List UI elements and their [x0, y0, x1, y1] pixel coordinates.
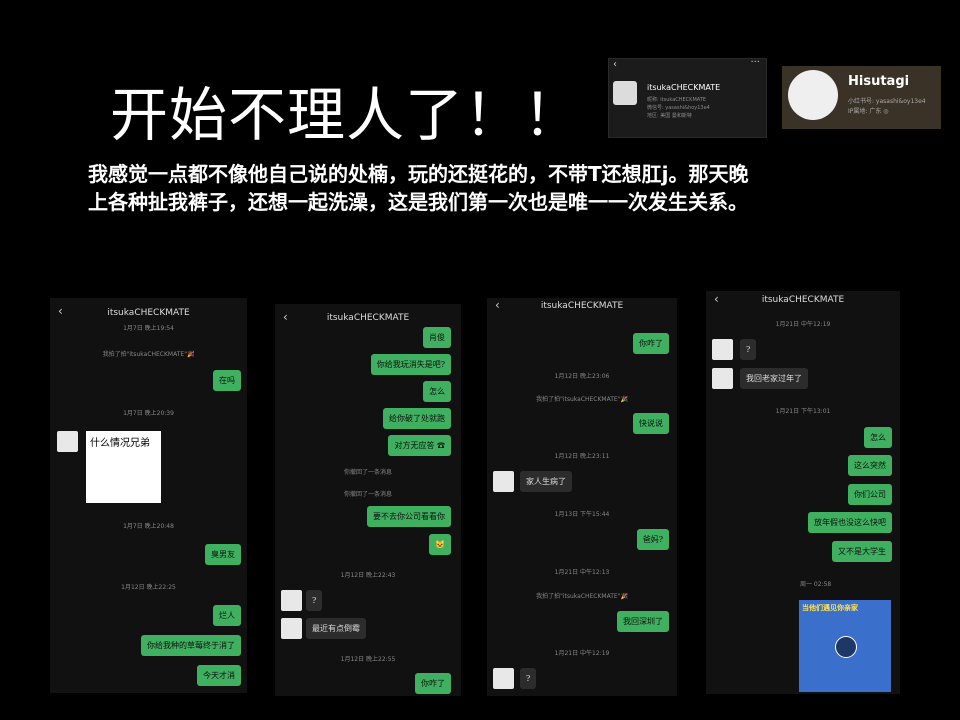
chat-header: itsukaCHECKMATE [107, 308, 190, 318]
chat-screenshot-2: ‹ itsukaCHECKMATE 肖俊 你给我玩消失是吧? 怎么 给你破了处就… [275, 304, 461, 696]
avatar [493, 471, 514, 492]
profile-name: itsukaCHECKMATE [647, 83, 721, 92]
avatar [57, 431, 78, 452]
timestamp: 1月21日 中午12:13 [554, 569, 610, 576]
sent-message: 你咋了 [633, 333, 669, 354]
sent-message: 烂人 [213, 605, 241, 626]
sent-message: 在吗 [213, 370, 241, 391]
video-title: 当他们遇见你亲家 [802, 604, 858, 612]
sent-message: 要不去你公司看看你 [367, 506, 451, 527]
chat-screenshot-1: ‹ itsukaCHECKMATE 1月7日 晚上19:54 我拍了拍"itsu… [50, 298, 247, 693]
sticker-caption: 什么情况兄弟 [90, 438, 150, 449]
system-notice: 你撤回了一条消息 [343, 469, 392, 476]
received-message: 家人生病了 [520, 471, 572, 492]
xiaohongshu-profile-card: Hisutagi 小红书号: yasashi&oy13e4 IP属地: 广东 ◎ [782, 66, 941, 129]
description-paragraph: 我感觉一点都不像他自己说的处楠，玩的还挺花的，不带T还想肛j。那天晚 上各种扯我… [88, 160, 888, 216]
sent-message: 你给我种的草莓终于消了 [141, 635, 241, 656]
sent-message: 你们公司 [848, 484, 892, 505]
timestamp: 1月21日 中午12:19 [554, 650, 610, 657]
avatar [788, 70, 838, 120]
sent-message: 又不是大学生 [832, 541, 892, 562]
timestamp: 1月12日 晚上22:55 [340, 656, 396, 663]
sent-message: 对方无应答 ☎ [388, 435, 451, 456]
avatar [281, 590, 302, 611]
system-notice: 我拍了拍"itsukaCHECKMATE"🎉 [102, 351, 195, 358]
avatar [613, 81, 637, 105]
sent-message: 肖俊 [423, 327, 451, 348]
avatar [493, 668, 514, 689]
sent-message: 怎么 [864, 427, 892, 448]
sent-message: 你给我玩消失是吧? [370, 354, 451, 375]
timestamp: 1月7日 晚上19:54 [123, 325, 174, 332]
profile-name: Hisutagi [848, 74, 910, 89]
system-notice: 我拍了拍"itsukaCHECKMATE"🎉 [536, 593, 628, 600]
video-card[interactable]: 当他们遇见你亲家 [799, 600, 891, 692]
sent-message: 爸妈? [636, 529, 669, 550]
paragraph-line: 上各种扯我裤子，还想一起洗澡，这是我们第一次也是唯一一次发生关系。 [88, 190, 748, 214]
received-message: ? [306, 590, 323, 611]
slide-title: 开始不理人了！！ [110, 81, 583, 149]
profile-line: 昵称: itsukaCHECKMATE [647, 97, 707, 103]
timestamp: 1月21日 中午12:19 [775, 321, 831, 328]
timestamp: 1月21日 下午13:01 [775, 408, 831, 415]
sent-message: 你咋了 [415, 673, 451, 694]
chat-screenshot-4: ‹ itsukaCHECKMATE 1月21日 中午12:19 ? 我回老家过年… [706, 291, 900, 694]
play-icon[interactable] [835, 636, 857, 658]
sent-message: 今天才消 [197, 665, 241, 686]
back-arrow-icon[interactable]: ‹ [613, 59, 617, 70]
timestamp: 1月12日 晚上22:25 [121, 584, 176, 591]
profile-line: 微信号: yasashi&hoy13e4 [647, 105, 710, 111]
timestamp: 1月12日 晚上23:06 [554, 373, 610, 380]
sent-message: 臭男友 [205, 544, 241, 565]
wechat-profile-card: ‹ ··· itsukaCHECKMATE 昵称: itsukaCHECKMAT… [608, 57, 767, 138]
system-notice: 我拍了拍"itsukaCHECKMATE"🎉 [536, 396, 628, 403]
chat-header: itsukaCHECKMATE [326, 313, 410, 323]
chat-header: itsukaCHECKMATE [761, 295, 845, 305]
chat-header: itsukaCHECKMATE [540, 301, 624, 311]
sent-message: 快说说 [633, 413, 669, 434]
profile-line: IP属地: 广东 ◎ [848, 108, 889, 115]
timestamp: 周一 02:58 [800, 581, 832, 588]
timestamp: 1月7日 晚上20:39 [123, 410, 174, 417]
timestamp: 1月12日 晚上22:43 [340, 572, 396, 579]
sent-message: 放年假也没这么快吧 [808, 512, 892, 533]
profile-line: 小红书号: yasashi&oy13e4 [848, 98, 926, 105]
avatar [281, 618, 302, 639]
received-message: ? [520, 668, 537, 689]
received-message: 我回老家过年了 [740, 368, 808, 389]
sent-message: 怎么 [423, 381, 451, 402]
paragraph-line: 我感觉一点都不像他自己说的处楠，玩的还挺花的，不带T还想肛j。那天晚 [88, 162, 749, 186]
sent-message: 这么突然 [848, 455, 892, 476]
more-icon[interactable]: ··· [750, 57, 760, 68]
received-message: 最近有点倒霉 [306, 618, 366, 639]
sent-message: 我回深圳了 [617, 611, 669, 632]
timestamp: 1月12日 晚上23:11 [554, 453, 610, 460]
sent-message: 🐱 [429, 534, 451, 555]
timestamp: 1月13日 下午15:44 [554, 511, 610, 518]
avatar [712, 339, 733, 360]
timestamp: 1月7日 晚上20:48 [123, 523, 174, 530]
avatar [712, 368, 733, 389]
sticker-image: 什么情况兄弟 [86, 431, 161, 503]
chat-screenshot-3: ‹ itsukaCHECKMATE 你咋了 1月12日 晚上23:06 我拍了拍… [487, 298, 677, 696]
sent-message: 给你破了处就跑 [383, 408, 451, 429]
profile-line: 地区: 美国 曼和斯特 [647, 113, 692, 119]
system-notice: 你撤回了一条消息 [343, 491, 392, 498]
received-message: ? [740, 339, 757, 360]
